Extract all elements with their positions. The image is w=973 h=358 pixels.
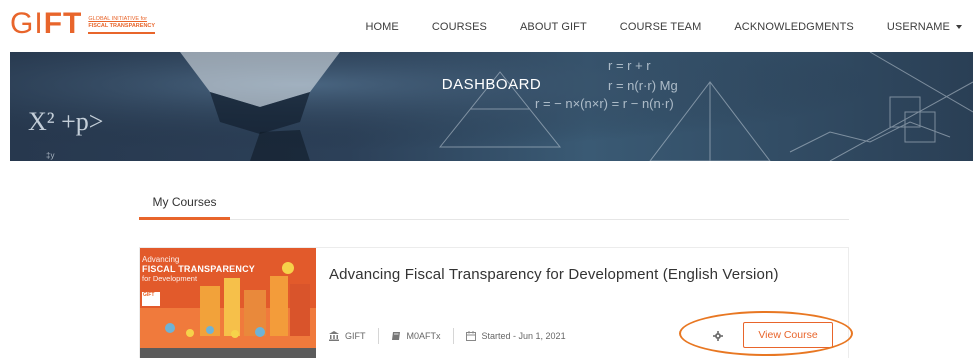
banner-background-art: X² +p> r = r + r r = n(r·r) Mg r = − n×(… bbox=[10, 52, 973, 161]
svg-text:r = − n×(n×r) = r − n(n·r): r = − n×(n×r) = r − n(n·r) bbox=[535, 96, 674, 111]
view-course-button[interactable]: View Course bbox=[743, 322, 833, 348]
user-menu[interactable]: USERNAME bbox=[887, 21, 962, 33]
thumbnail-line-2: FISCAL TRANSPARENCY bbox=[142, 264, 255, 274]
main-nav: HOME COURSES ABOUT GIFT COURSE TEAM ACKN… bbox=[332, 19, 973, 35]
meta-divider bbox=[452, 328, 454, 344]
logo-tagline-bottom: FISCAL TRANSPARENCY bbox=[88, 23, 156, 29]
thumbnail-caption: Advancing FISCAL TRANSPARENCY for Develo… bbox=[142, 255, 255, 283]
page-title: DASHBOARD bbox=[441, 76, 542, 93]
course-card: Advancing FISCAL TRANSPARENCY for Develo… bbox=[139, 247, 849, 358]
meta-divider bbox=[377, 328, 379, 344]
course-start-date: Started - Jun 1, 2021 bbox=[465, 328, 566, 344]
course-start-label: Started - Jun 1, 2021 bbox=[481, 331, 566, 341]
username-label: USERNAME bbox=[886, 21, 950, 33]
institution-icon bbox=[329, 331, 339, 341]
calendar-icon bbox=[465, 331, 476, 341]
thumbnail-gift-logo: GIFT bbox=[142, 292, 160, 306]
nav-home[interactable]: HOME bbox=[365, 21, 398, 33]
course-meta: GIFT M0AFTx Started - Jun 1, 2021 bbox=[329, 328, 566, 344]
course-code: M0AFTx bbox=[391, 328, 441, 344]
thumbnail-line-1: Advancing bbox=[142, 255, 180, 264]
course-code-label: M0AFTx bbox=[406, 331, 441, 341]
nav-about-gift[interactable]: ABOUT GIFT bbox=[520, 21, 587, 33]
thumbnail-line-3: for Development bbox=[142, 274, 198, 283]
course-title[interactable]: Advancing Fiscal Transparency for Develo… bbox=[329, 266, 779, 283]
logo-tagline: GLOBAL INITIATIVE for FISCAL TRANSPARENC… bbox=[88, 14, 156, 34]
svg-text:X² +p>: X² +p> bbox=[28, 107, 103, 136]
svg-text:r = r + r: r = r + r bbox=[608, 58, 651, 73]
gear-icon[interactable] bbox=[713, 331, 723, 341]
dashboard-tabs: My Courses bbox=[139, 188, 849, 220]
gift-logo[interactable]: GIFT GLOBAL INITIATIVE for FISCAL TRANSP… bbox=[10, 7, 156, 40]
course-org: GIFT bbox=[329, 328, 366, 344]
course-thumbnail[interactable]: Advancing FISCAL TRANSPARENCY for Develo… bbox=[140, 248, 316, 358]
site-header: GIFT GLOBAL INITIATIVE for FISCAL TRANSP… bbox=[0, 0, 973, 52]
course-org-label: GIFT bbox=[345, 331, 366, 341]
dashboard-banner: X² +p> r = r + r r = n(r·r) Mg r = − n×(… bbox=[10, 52, 973, 161]
nav-course-team[interactable]: COURSE TEAM bbox=[620, 21, 702, 33]
chevron-down-icon bbox=[956, 25, 962, 29]
nav-acknowledgments[interactable]: ACKNOWLEDGMENTS bbox=[734, 21, 853, 33]
logo-tagline-top: GLOBAL INITIATIVE for bbox=[88, 16, 148, 22]
tab-my-courses[interactable]: My Courses bbox=[139, 188, 230, 220]
nav-courses[interactable]: COURSES bbox=[432, 21, 487, 33]
svg-text:‡y: ‡y bbox=[46, 151, 54, 160]
book-icon bbox=[391, 332, 400, 340]
logo-wordmark: GIFT bbox=[10, 7, 83, 40]
